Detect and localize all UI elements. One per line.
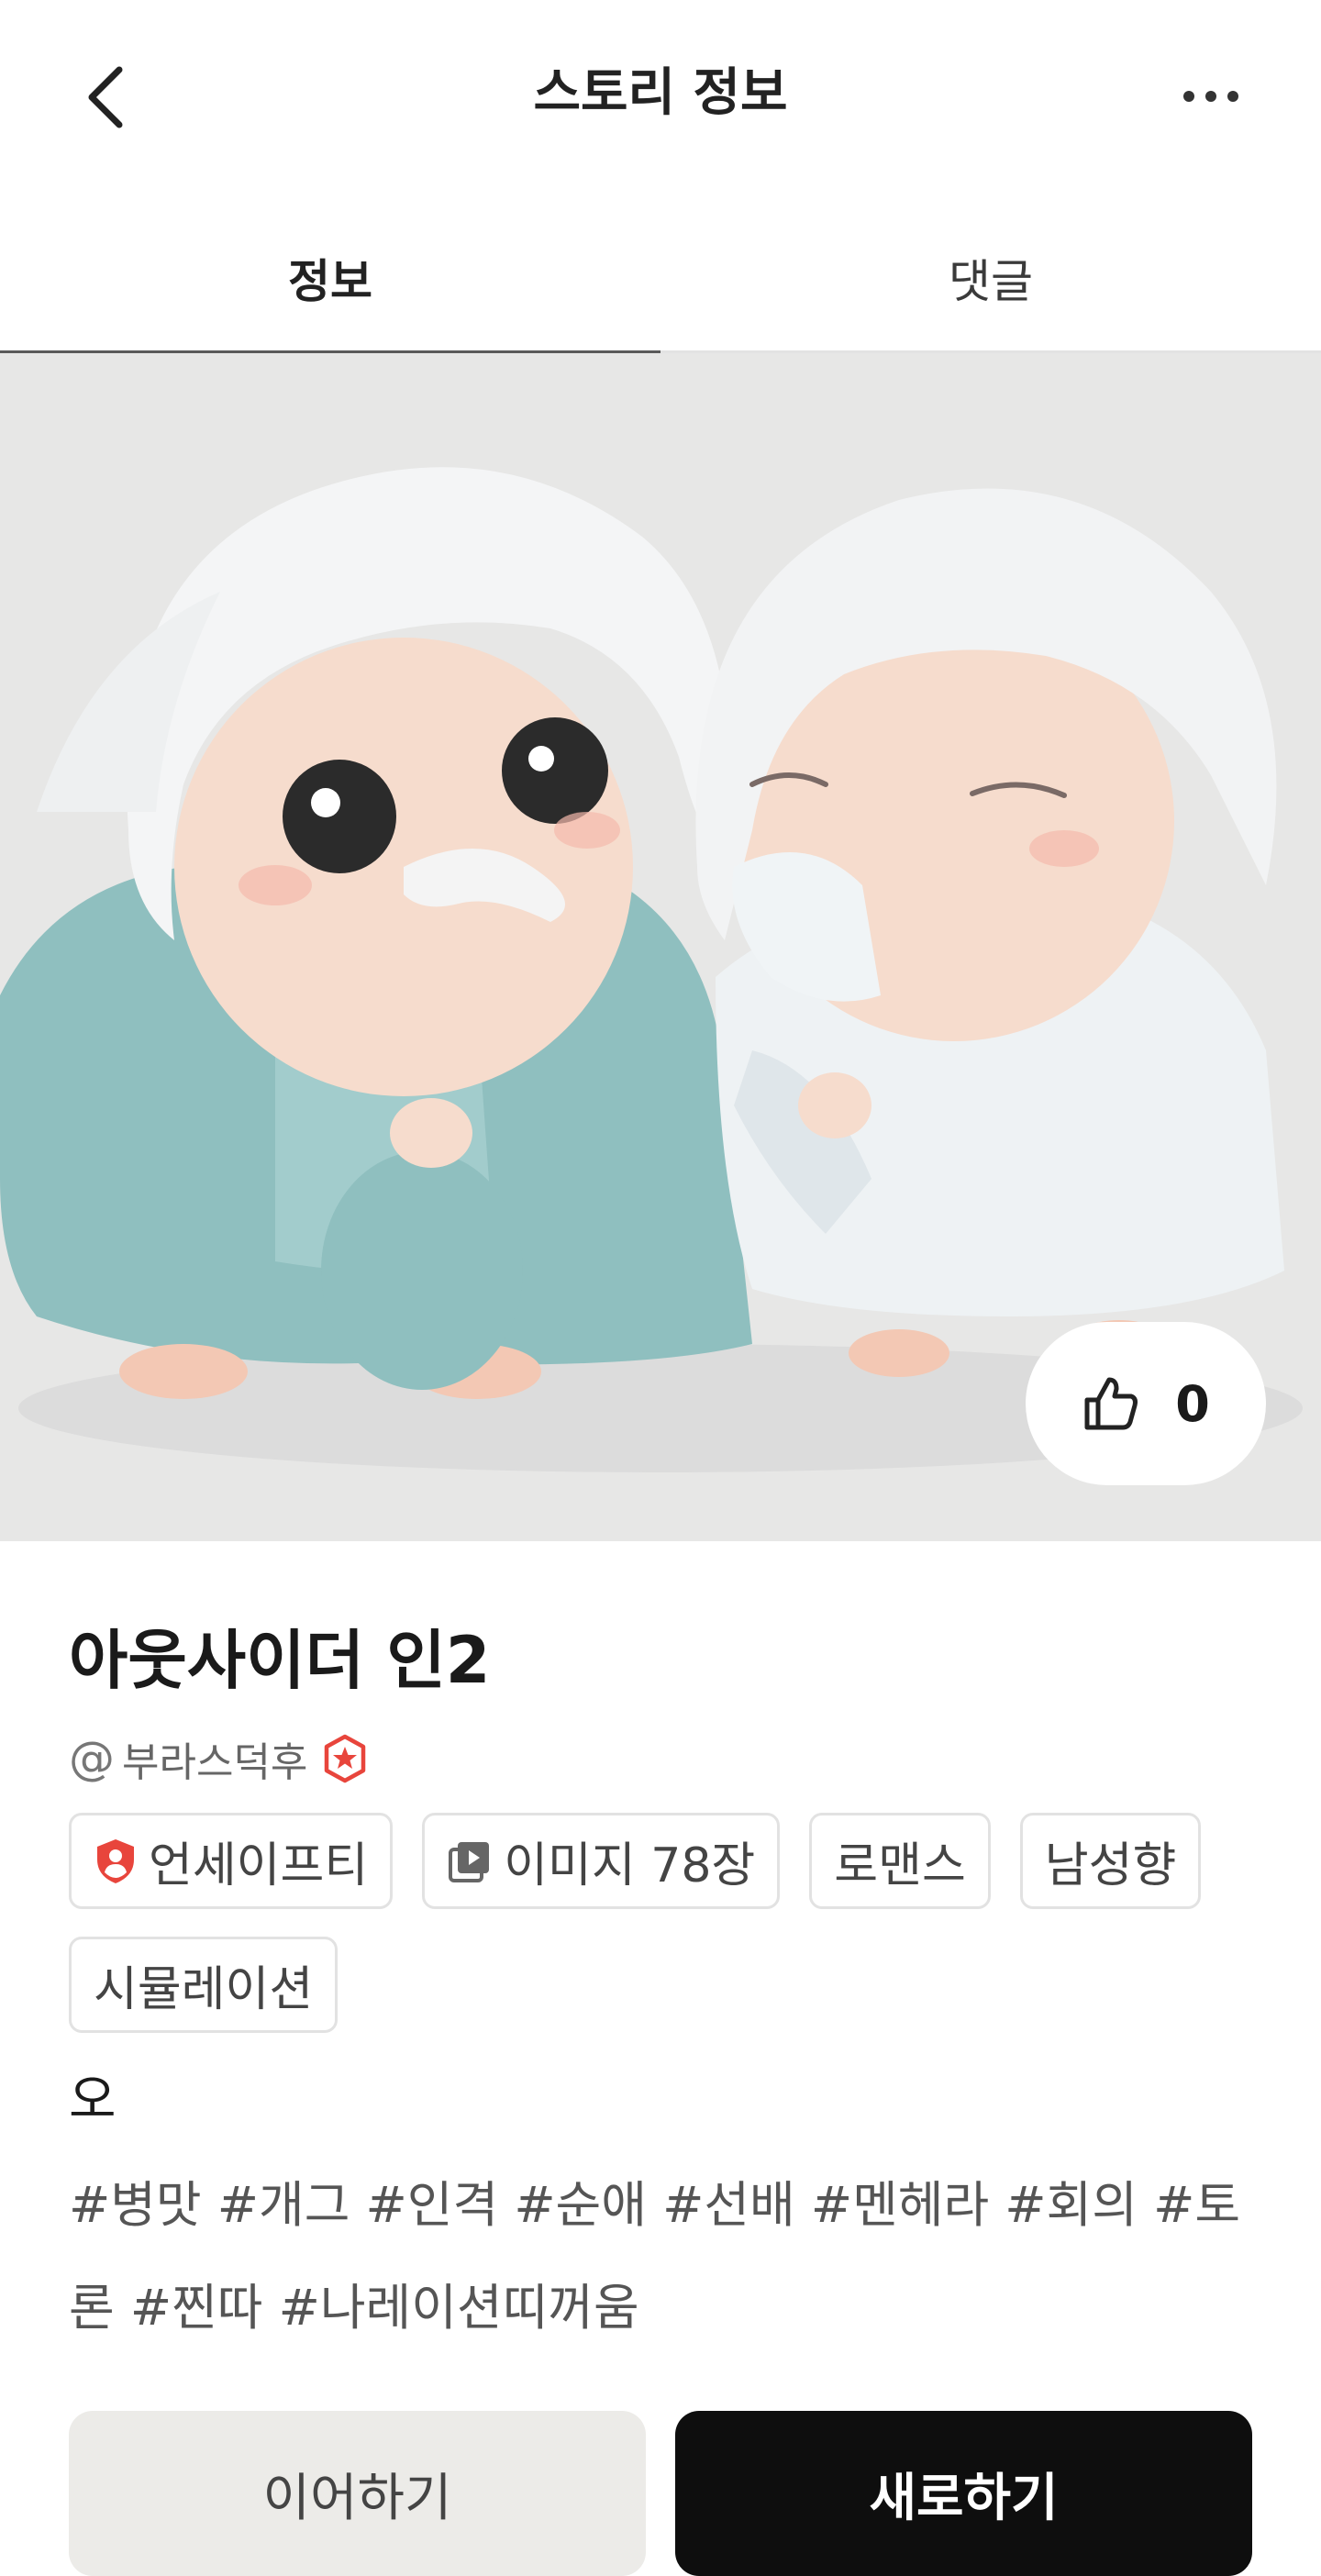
new-start-button[interactable]: 새로하기 bbox=[675, 2411, 1252, 2576]
star-badge-icon bbox=[325, 1734, 366, 1783]
tag-list: 언세이프티 이미지 78장 로맨스 남성향 시뮬레이션 bbox=[69, 1813, 1261, 2033]
author-name: 부라스덕후 bbox=[122, 1739, 308, 1786]
story-description: 오 bbox=[69, 2071, 117, 2130]
tag-label: 로맨스 bbox=[834, 1838, 966, 1893]
story-title: 아웃사이더 인2 bbox=[69, 1623, 491, 1698]
tab-bar: 정보 댓글 bbox=[0, 202, 1321, 356]
tag-romance[interactable]: 로맨스 bbox=[809, 1813, 991, 1909]
hashtag-list: #병맛 #개그 #인격 #순애 #선배 #멘헤라 #회의 #토론 #찐따 #나레… bbox=[69, 2176, 1241, 2337]
tag-male-oriented[interactable]: 남성향 bbox=[1019, 1813, 1202, 1909]
author-row[interactable]: @ 부라스덕후 bbox=[69, 1727, 1252, 1791]
author-prefix: @ bbox=[69, 1732, 115, 1785]
more-horizontal-icon bbox=[1183, 91, 1238, 102]
tag-unsafe[interactable]: 언세이프티 bbox=[69, 1813, 394, 1909]
image-stack-icon bbox=[449, 1841, 490, 1882]
tag-image-count[interactable]: 이미지 78장 bbox=[422, 1813, 781, 1909]
tab-info[interactable]: 정보 bbox=[0, 202, 660, 356]
action-bar: 이어하기 새로하기 bbox=[69, 2411, 1252, 2576]
tab-comments[interactable]: 댓글 bbox=[660, 202, 1321, 353]
like-button[interactable]: 0 bbox=[1026, 1322, 1266, 1485]
shield-user-icon bbox=[97, 1838, 134, 1883]
tag-simulation[interactable]: 시뮬레이션 bbox=[69, 1937, 339, 2033]
tag-label: 언세이프티 bbox=[149, 1838, 369, 1893]
tag-label: 남성향 bbox=[1044, 1838, 1177, 1893]
top-app-bar: 스토리 정보 bbox=[0, 0, 1321, 193]
more-options-button[interactable] bbox=[1165, 64, 1257, 128]
tag-label: 이미지 78장 bbox=[504, 1838, 756, 1893]
page-title: 스토리 정보 bbox=[533, 63, 788, 123]
like-count: 0 bbox=[1175, 1374, 1210, 1433]
continue-button[interactable]: 이어하기 bbox=[69, 2411, 646, 2576]
tag-label: 시뮬레이션 bbox=[94, 1962, 314, 2017]
story-cover-image: 0 bbox=[0, 353, 1321, 1541]
thumbs-up-icon bbox=[1084, 1377, 1138, 1430]
story-info-section: 아웃사이더 인2 @ 부라스덕후 언세이프티 이미지 78장 로맨스 남성향 시… bbox=[69, 1615, 1252, 2359]
